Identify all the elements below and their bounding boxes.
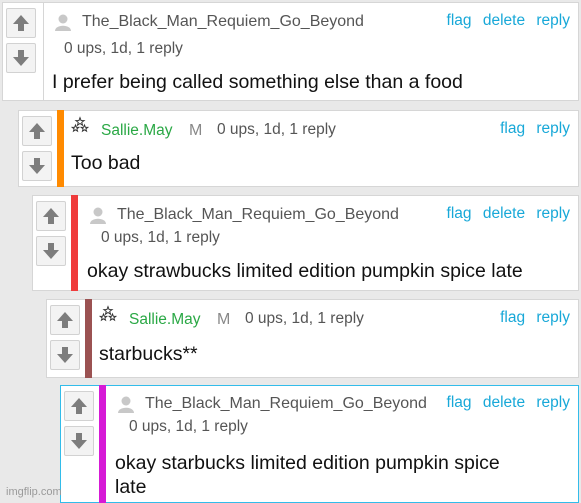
comment-meta: 0 ups, 1d, 1 reply [129,418,248,435]
user-avatar-icon [89,206,107,224]
comment-actions: flag delete reply [440,205,570,223]
comment-actions: flag reply [493,120,570,138]
comment-body: The_Black_Man_Requiem_Go_Beyond flag del… [43,3,578,100]
comment-meta: 0 ups, 1d, 1 reply [217,121,336,138]
comment-text: I prefer being called something else tha… [52,71,463,93]
comment-body: Sallie.May M 0 ups, 1d, 1 reply flag rep… [93,300,578,377]
arrow-up-icon [71,398,87,414]
comment-body: The_Black_Man_Requiem_Go_Beyond flag del… [79,196,578,290]
thread-depth-bar [71,195,78,291]
arrow-down-icon [29,158,45,174]
comment-body: Sallie.May M 0 ups, 1d, 1 reply flag rep… [65,111,578,186]
reply-link[interactable]: reply [536,205,570,222]
comment-selected: The_Black_Man_Requiem_Go_Beyond flag del… [60,385,579,503]
downvote-button[interactable] [50,340,80,370]
reply-link[interactable]: reply [536,120,570,137]
comment-meta: 0 ups, 1d, 1 reply [64,40,183,57]
comment-actions: flag delete reply [440,12,570,30]
username[interactable]: The_Black_Man_Requiem_Go_Beyond [117,206,399,224]
arrow-down-icon [71,433,87,449]
upvote-button[interactable] [50,305,80,335]
downvote-button[interactable] [36,236,66,266]
moderator-badge: M [189,122,203,139]
vote-controls [33,196,69,266]
upvote-button[interactable] [6,8,36,38]
vote-controls [3,3,39,73]
reply-link[interactable]: reply [536,394,570,411]
username[interactable]: Sallie.May [101,122,173,140]
comment: Sallie.May M 0 ups, 1d, 1 reply flag rep… [46,299,579,378]
flag-link[interactable]: flag [500,120,525,137]
delete-link[interactable]: delete [483,205,525,222]
comment: The_Black_Man_Requiem_Go_Beyond flag del… [2,2,579,101]
watermark: imgflip.com [6,486,62,498]
arrow-up-icon [29,123,45,139]
upvote-button[interactable] [36,201,66,231]
comment-text: Too bad [71,152,141,174]
username[interactable]: The_Black_Man_Requiem_Go_Beyond [82,13,364,31]
thread-depth-bar [99,385,106,503]
arrow-down-icon [13,50,29,66]
thread-depth-bar [57,110,64,187]
upvote-button[interactable] [22,116,52,146]
user-avatar-icon [117,395,135,413]
comment-meta: 0 ups, 1d, 1 reply [101,229,220,246]
delete-link[interactable]: delete [483,12,525,29]
downvote-button[interactable] [6,43,36,73]
moderator-badge: M [217,311,231,328]
comment-body: The_Black_Man_Requiem_Go_Beyond flag del… [107,386,578,502]
delete-link[interactable]: delete [483,394,525,411]
comment: The_Black_Man_Requiem_Go_Beyond flag del… [32,195,579,291]
comment-meta: 0 ups, 1d, 1 reply [245,310,364,327]
arrow-down-icon [57,347,73,363]
username[interactable]: The_Black_Man_Requiem_Go_Beyond [145,395,427,413]
downvote-button[interactable] [64,426,94,456]
flag-link[interactable]: flag [447,12,472,29]
comment-text-line-2: late [115,476,147,498]
comment-text: okay strawbucks limited edition pumpkin … [87,260,523,282]
downvote-button[interactable] [22,151,52,181]
flag-link[interactable]: flag [447,205,472,222]
vote-controls [47,300,83,370]
arrow-up-icon [57,312,73,328]
flag-link[interactable]: flag [447,394,472,411]
flag-link[interactable]: flag [500,309,525,326]
comment-actions: flag reply [493,309,570,327]
arrow-up-icon [43,208,59,224]
reply-link[interactable]: reply [536,12,570,29]
comment-text: starbucks** [99,343,198,365]
thread-depth-bar [85,299,92,378]
arrow-up-icon [13,15,29,31]
stars-badge-icon [99,305,117,325]
comment-actions: flag delete reply [440,394,570,412]
stars-badge-icon [71,116,89,136]
vote-controls [61,386,97,456]
vote-controls [19,111,55,181]
upvote-button[interactable] [64,391,94,421]
reply-link[interactable]: reply [536,309,570,326]
comment-text-line-1: okay starbucks limited edition pumpkin s… [115,452,500,474]
arrow-down-icon [43,243,59,259]
comment: Sallie.May M 0 ups, 1d, 1 reply flag rep… [18,110,579,187]
user-avatar-icon [54,13,72,31]
username[interactable]: Sallie.May [129,311,201,329]
